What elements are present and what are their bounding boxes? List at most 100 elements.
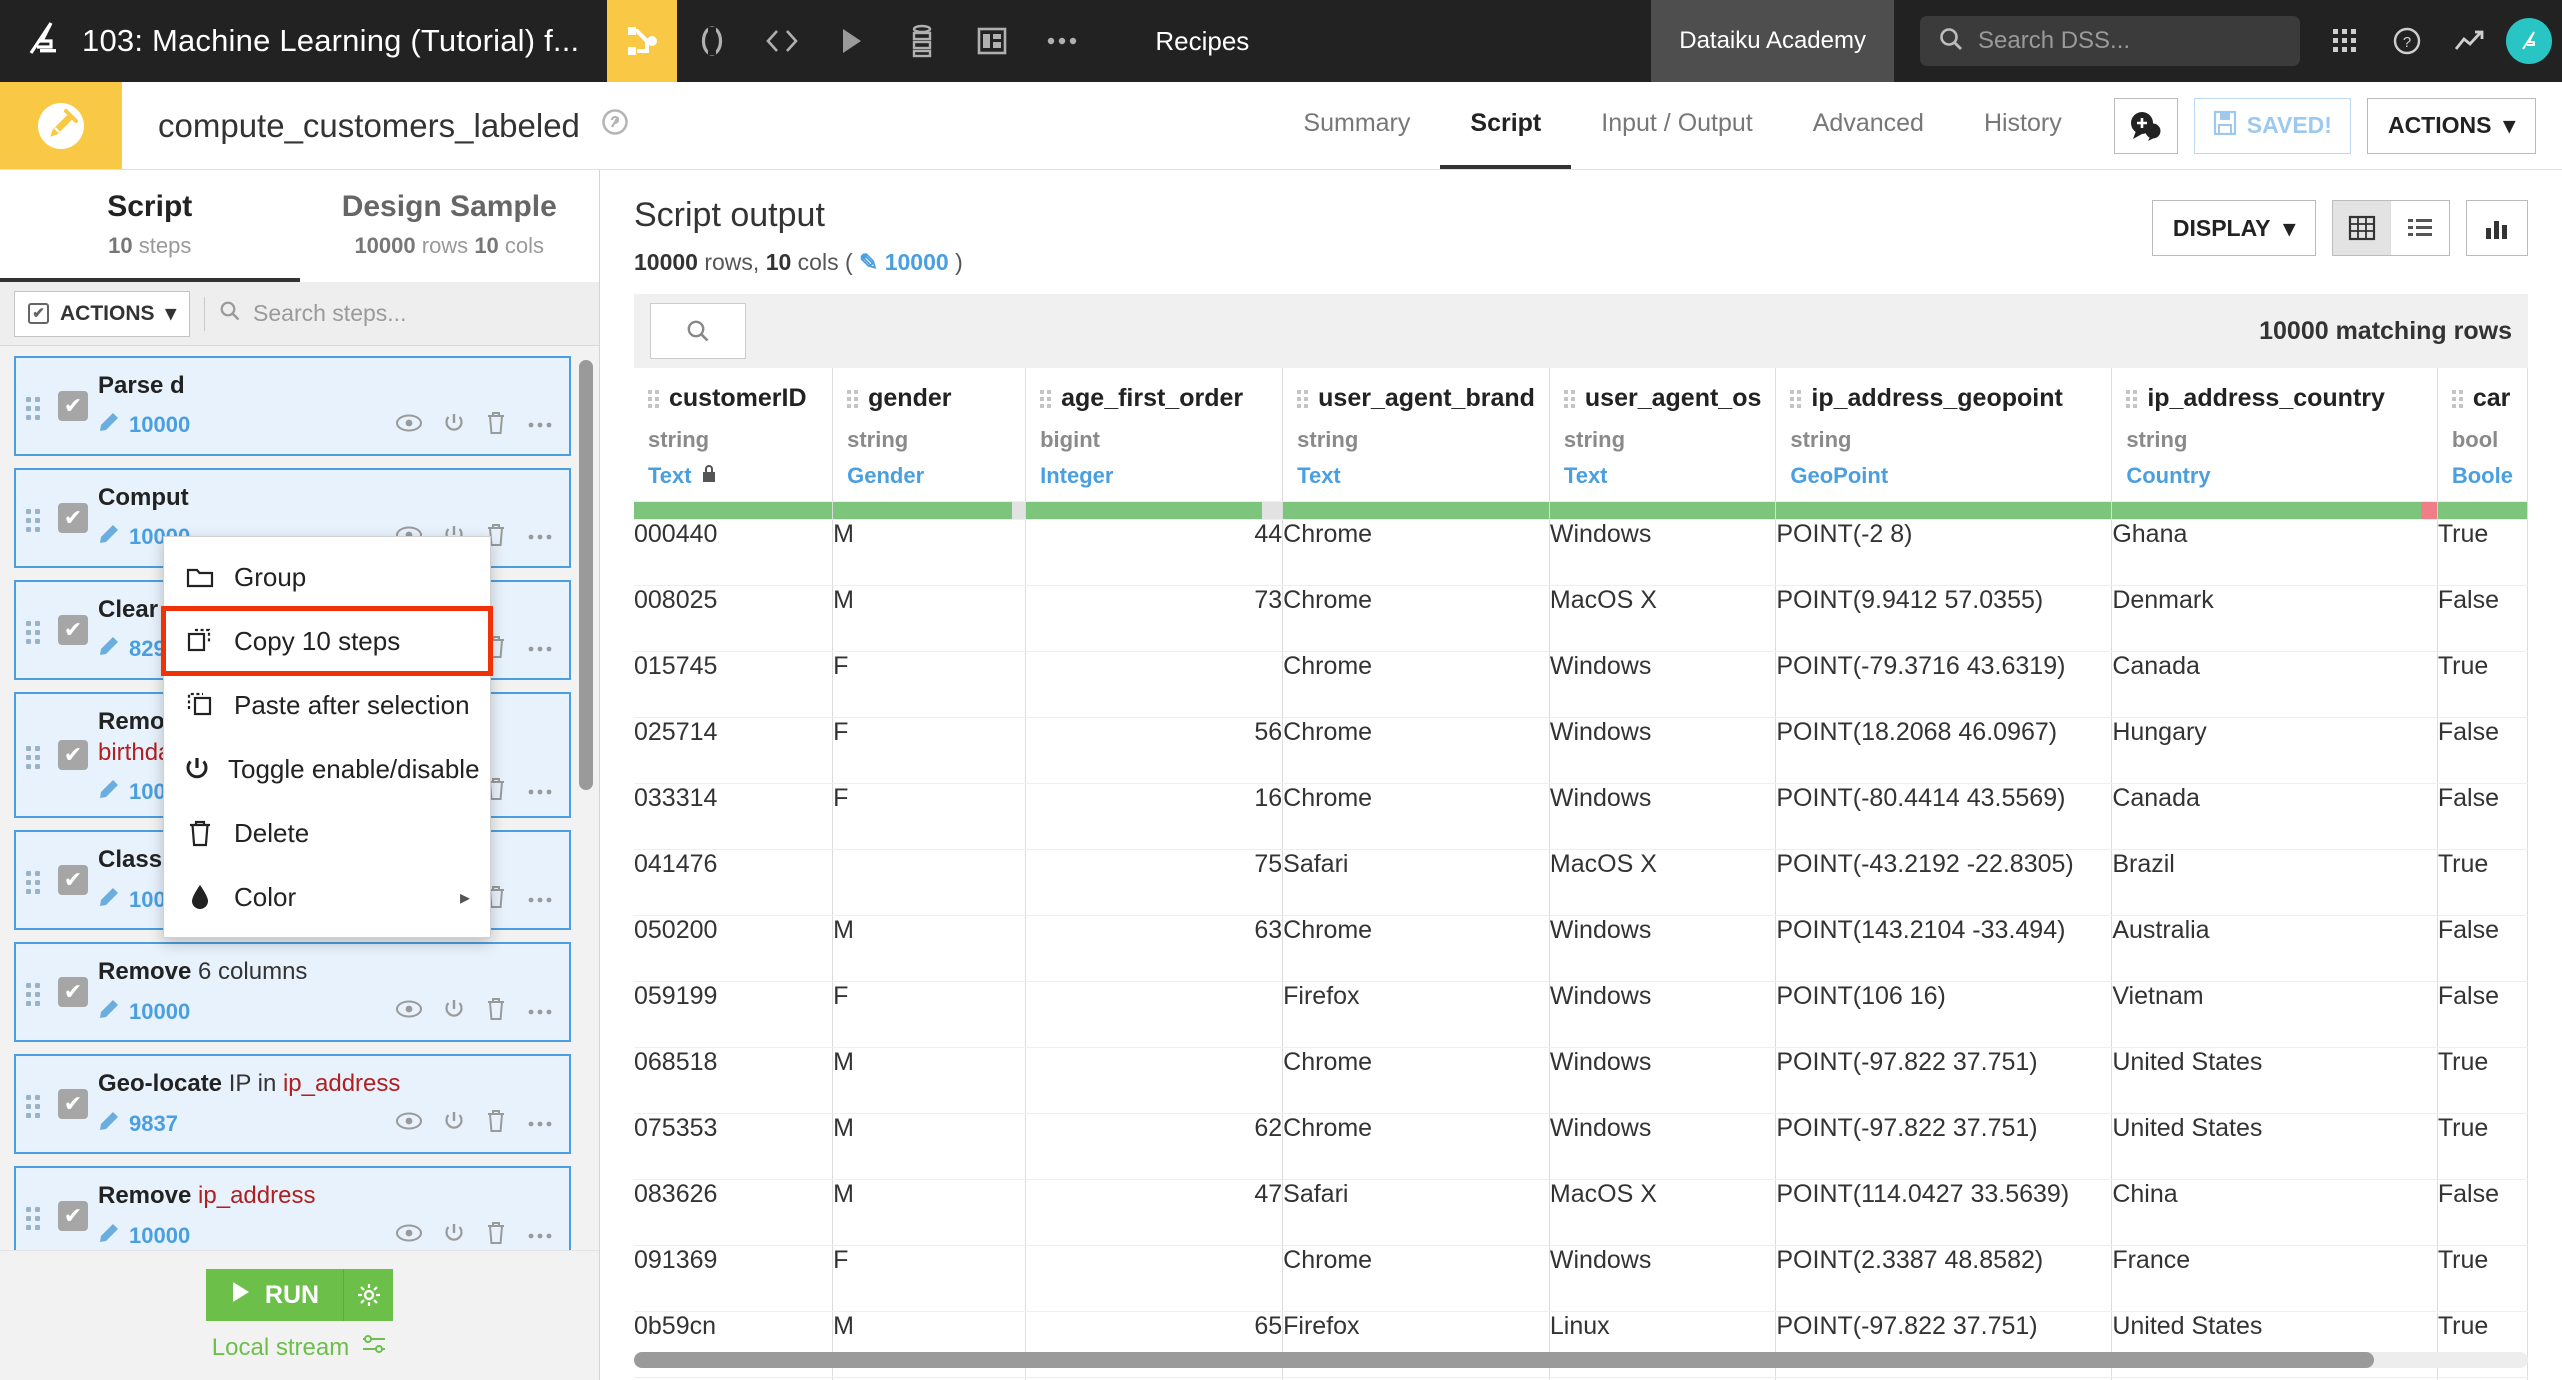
tab-script[interactable]: Script (1440, 82, 1571, 169)
trash-icon[interactable] (485, 411, 507, 440)
column-meaning[interactable]: Boole (2452, 463, 2513, 489)
table-cell[interactable]: 63 (1026, 916, 1283, 982)
table-cell[interactable]: POINT(-79.3716 43.6319) (1776, 652, 2112, 718)
more-ellipsis-icon[interactable] (1027, 0, 1097, 82)
code-icon[interactable] (747, 0, 817, 82)
table-row[interactable]: 025714F56ChromeWindowsPOINT(18.2068 46.0… (634, 718, 2528, 784)
drag-handle-icon[interactable] (16, 1056, 50, 1152)
table-cell[interactable]: 068518 (634, 1048, 833, 1114)
table-column-header[interactable]: customerID string Text (634, 368, 833, 502)
column-drag-handle-icon[interactable] (1040, 390, 1051, 408)
table-cell[interactable]: 050200 (634, 916, 833, 982)
table-cell[interactable]: 75 (1026, 850, 1283, 916)
context-menu-item[interactable]: Paste after selection (164, 673, 490, 737)
table-cell[interactable]: Windows (1549, 520, 1775, 586)
table-column-header[interactable]: car bool Boole (2437, 368, 2527, 502)
table-cell[interactable]: True (2437, 1048, 2527, 1114)
drag-handle-icon[interactable] (16, 944, 50, 1040)
table-cell[interactable]: Denmark (2112, 586, 2438, 652)
column-meaning[interactable]: Country (2126, 463, 2423, 489)
table-row[interactable]: 091369FChromeWindowsPOINT(2.3387 48.8582… (634, 1246, 2528, 1312)
table-column-header[interactable]: ip_address_geopoint string GeoPoint (1776, 368, 2112, 502)
table-cell[interactable]: Chrome (1283, 652, 1550, 718)
more-ellipsis-icon[interactable] (527, 640, 553, 658)
table-cell[interactable]: False (2437, 982, 2527, 1048)
table-cell[interactable]: False (2437, 1180, 2527, 1246)
table-cell[interactable]: Canada (2112, 652, 2438, 718)
help-circle-icon[interactable]: ? (2376, 0, 2438, 82)
sample-size-link[interactable]: ✎ 10000 (859, 249, 949, 275)
stack-icon[interactable] (887, 0, 957, 82)
dashboard-icon[interactable] (957, 0, 1027, 82)
trash-icon[interactable] (485, 1221, 507, 1250)
table-cell[interactable]: Windows (1549, 1246, 1775, 1312)
table-cell[interactable]: 083626 (634, 1180, 833, 1246)
table-cell[interactable]: POINT(-80.4414 43.5569) (1776, 784, 2112, 850)
power-toggle-icon[interactable] (443, 1110, 465, 1137)
table-cell[interactable]: POINT(106 16) (1776, 982, 2112, 1048)
table-cell[interactable]: M (833, 520, 1026, 586)
checkbox-checked-icon[interactable]: ✔ (28, 303, 49, 324)
table-cell[interactable]: Windows (1549, 784, 1775, 850)
search-steps-input[interactable]: Search steps... (219, 300, 585, 327)
table-row[interactable]: 059199FFirefoxWindowsPOINT(106 16)Vietna… (634, 982, 2528, 1048)
table-cell[interactable]: F (833, 982, 1026, 1048)
actions-button[interactable]: ACTIONS ▾ (2367, 98, 2536, 154)
power-toggle-icon[interactable] (443, 998, 465, 1025)
flow-icon[interactable] (607, 0, 677, 82)
table-cell[interactable]: 033314 (634, 784, 833, 850)
eye-icon[interactable] (395, 413, 423, 438)
bar-chart-icon[interactable] (2466, 200, 2528, 256)
column-drag-handle-icon[interactable] (1297, 390, 1308, 408)
eye-icon[interactable] (395, 1223, 423, 1248)
table-cell[interactable]: 62 (1026, 1114, 1283, 1180)
table-cell[interactable]: Chrome (1283, 916, 1550, 982)
table-cell[interactable] (1026, 982, 1283, 1048)
table-row[interactable]: 04147675SafariMacOS XPOINT(-43.2192 -22.… (634, 850, 2528, 916)
trash-icon[interactable] (485, 997, 507, 1026)
table-cell[interactable]: False (2437, 586, 2527, 652)
table-column-header[interactable]: ip_address_country string Country (2112, 368, 2438, 502)
more-ellipsis-icon[interactable] (527, 416, 553, 434)
drag-handle-icon[interactable] (16, 1168, 50, 1250)
table-cell[interactable]: MacOS X (1549, 586, 1775, 652)
table-cell[interactable]: 015745 (634, 652, 833, 718)
more-ellipsis-icon[interactable] (527, 1003, 553, 1021)
run-button[interactable]: RUN (206, 1269, 343, 1321)
eye-icon[interactable] (395, 1111, 423, 1136)
table-cell[interactable]: 091369 (634, 1246, 833, 1312)
table-column-header[interactable]: user_agent_os string Text (1549, 368, 1775, 502)
table-cell[interactable]: M (833, 1180, 1026, 1246)
table-cell[interactable]: Windows (1549, 1114, 1775, 1180)
table-cell[interactable]: China (2112, 1180, 2438, 1246)
jobs-run-icon[interactable] (817, 0, 887, 82)
step-checkbox[interactable]: ✔ (50, 832, 96, 928)
recipe-status-icon[interactable] (600, 107, 630, 145)
table-column-header[interactable]: age_first_order bigint Integer (1026, 368, 1283, 502)
steps-scrollbar[interactable] (579, 360, 593, 790)
column-meaning[interactable]: Integer (1040, 463, 1268, 489)
column-drag-handle-icon[interactable] (1790, 390, 1801, 408)
table-cell[interactable]: United States (2112, 1114, 2438, 1180)
step-checkbox[interactable]: ✔ (50, 944, 96, 1040)
table-cell[interactable]: Chrome (1283, 1246, 1550, 1312)
column-meaning[interactable]: Text (1297, 463, 1535, 489)
table-cell[interactable]: Firefox (1283, 982, 1550, 1048)
table-cell[interactable]: Windows (1549, 652, 1775, 718)
table-cell[interactable]: France (2112, 1246, 2438, 1312)
drag-handle-icon[interactable] (16, 694, 50, 816)
display-button[interactable]: DISPLAY ▾ (2152, 200, 2316, 256)
table-cell[interactable]: True (2437, 520, 2527, 586)
table-cell[interactable]: POINT(-97.822 37.751) (1776, 1114, 2112, 1180)
table-cell[interactable]: POINT(-43.2192 -22.8305) (1776, 850, 2112, 916)
more-ellipsis-icon[interactable] (527, 528, 553, 546)
table-cell[interactable] (833, 850, 1026, 916)
column-drag-handle-icon[interactable] (847, 390, 858, 408)
table-cell[interactable] (1026, 652, 1283, 718)
table-cell[interactable]: M (833, 1048, 1026, 1114)
add-discussion-icon[interactable] (2114, 98, 2178, 154)
step-checkbox[interactable]: ✔ (50, 1168, 96, 1250)
table-cell[interactable]: False (2437, 718, 2527, 784)
more-ellipsis-icon[interactable] (527, 1115, 553, 1133)
table-cell[interactable]: F (833, 652, 1026, 718)
